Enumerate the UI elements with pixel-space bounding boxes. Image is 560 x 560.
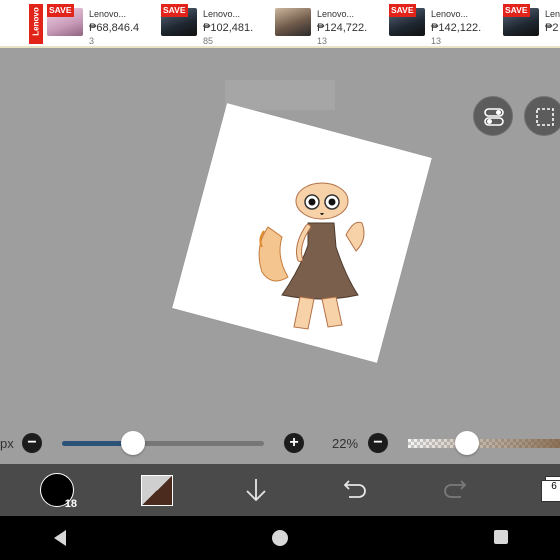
ad-item-name: Lenovo... [317,9,355,19]
undo-icon[interactable] [341,476,369,509]
opacity-slider-track[interactable] [408,439,560,448]
save-badge: SAVE [389,4,416,17]
ad-item[interactable]: SAVE Lenovo... ₱142,122. 13 [389,4,499,46]
opacity-slider-knob[interactable] [455,431,480,455]
redo-icon[interactable] [441,476,469,509]
layer-count: 6 [541,480,560,502]
save-badge: SAVE [503,4,530,17]
ad-item-name: Leno [545,9,560,19]
back-icon[interactable] [52,529,68,552]
save-badge: SAVE [47,4,74,17]
opacity-label: 22% [332,436,359,451]
ad-item-price: ₱68,846.4 [89,22,140,34]
ad-item-price: ₱124,722. [317,22,368,34]
recents-icon[interactable] [493,529,509,550]
ad-item-name: Lenovo... [203,9,241,19]
layers-button[interactable]: 6 [541,476,560,504]
ad-item-price-cont: 3 [89,36,95,46]
size-unit-label: px [0,436,14,451]
ad-brand-label: Lenovo [31,7,41,36]
ad-item[interactable]: SAVE Lenovo... ₱68,846.4 3 [47,4,157,46]
ad-item[interactable]: SAVE Lenovo... ₱102,481. 85 [161,4,271,46]
home-icon[interactable] [271,529,289,552]
ad-item-price: ₱102,481. [203,22,254,34]
selection-button[interactable] [524,96,560,136]
opacity-decrease-button[interactable]: − [368,433,388,453]
size-slider-track[interactable] [62,441,264,446]
toggle-button[interactable] [473,96,513,136]
size-slider-knob[interactable] [120,431,145,455]
size-increase-button[interactable]: + [284,433,304,453]
laptop-thumbnail [275,8,311,36]
bottom-toolbar: 18 6 [0,464,560,516]
ad-item-price-cont: 13 [317,36,328,46]
ad-brand-logo[interactable]: Lenovo [29,4,43,44]
ad-item-price: ₱142,122. [431,22,482,34]
color-picker-button[interactable] [141,475,173,506]
drawing-canvas[interactable] [172,103,432,363]
ad-item[interactable]: Lenovo... ₱124,722. 13 [275,4,385,46]
ad-item-price: ₱2 [545,22,559,34]
canvas-workspace[interactable] [0,50,560,463]
ad-banner[interactable]: Lenovo SAVE Lenovo... ₱68,846.4 3 SAVE L… [0,0,560,48]
ad-item-name: Lenovo... [431,9,469,19]
ad-item-price-cont: 13 [431,36,442,46]
canvas-shadow [225,80,335,110]
download-icon[interactable] [243,476,269,509]
system-nav-bar [0,516,560,560]
ad-item[interactable]: SAVE Leno ₱2 [503,4,560,44]
brush-settings-bar: px − + 22% − [0,424,560,464]
brush-size-value: 18 [64,498,77,510]
save-badge: SAVE [161,4,188,17]
size-decrease-button[interactable]: − [22,433,42,453]
ad-item-name: Lenovo... [89,9,127,19]
brush-button[interactable]: 18 [40,473,77,510]
ad-item-price-cont: 85 [203,36,214,46]
character-drawing [258,182,365,330]
